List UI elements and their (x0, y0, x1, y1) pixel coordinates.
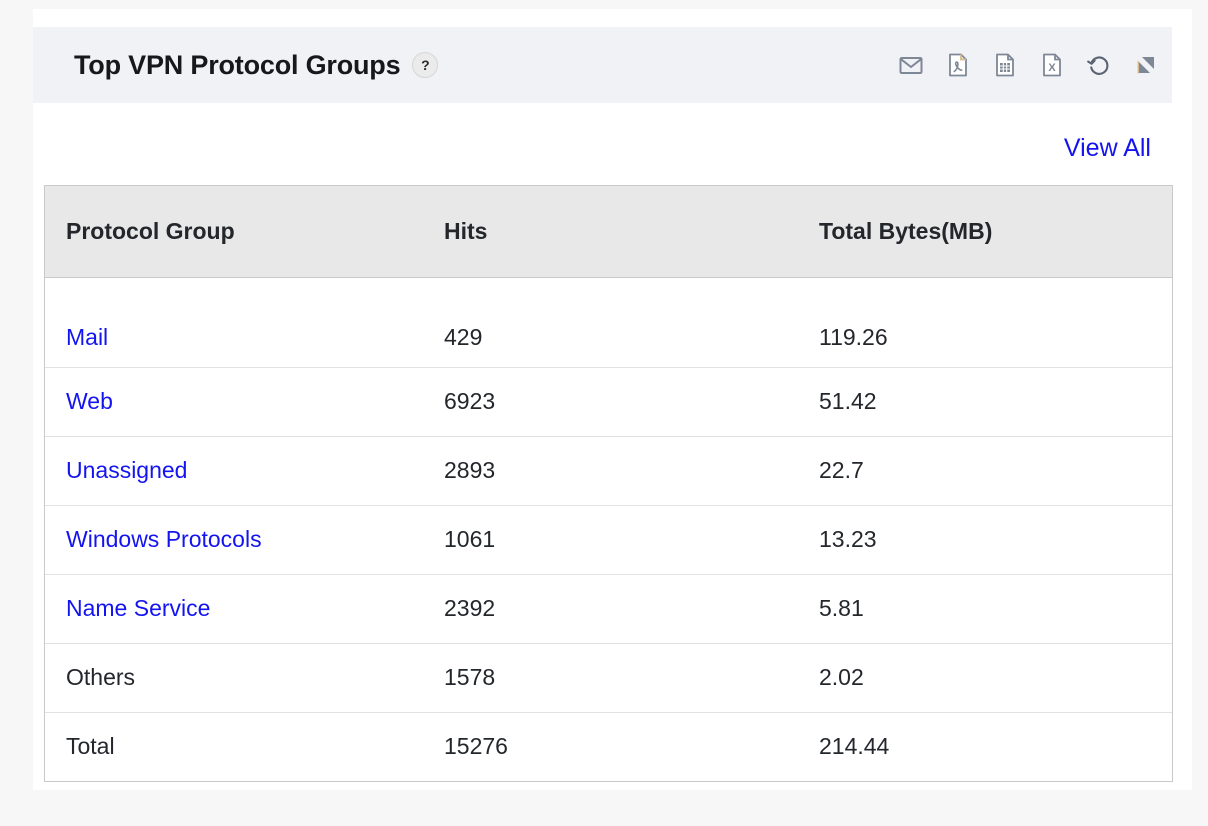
protocol-group-label: Others (66, 664, 135, 690)
cell-total-bytes: 13.23 (798, 505, 1172, 574)
cell-protocol-group: Total (45, 712, 423, 781)
view-all-link[interactable]: View All (1064, 136, 1151, 161)
svg-text:X: X (1048, 62, 1056, 74)
cell-total-bytes: 51.42 (798, 367, 1172, 436)
cell-hits: 2392 (423, 574, 798, 643)
table-row: Name Service 23925.81 (45, 574, 1172, 643)
table-row: Windows Protocols 106113.23 (45, 505, 1172, 574)
cell-hits: 6923 (423, 367, 798, 436)
page-root: Top VPN Protocol Groups ? (0, 0, 1208, 826)
table-container: Protocol Group Hits Total Bytes(MB) Mail… (44, 185, 1173, 782)
cell-protocol-group: Others (45, 643, 423, 712)
cell-protocol-group: Name Service (45, 574, 423, 643)
resize-icon[interactable] (1133, 52, 1159, 78)
cell-protocol-group: Unassigned (45, 436, 423, 505)
excel-icon[interactable]: X (1039, 52, 1065, 78)
widget-header: Top VPN Protocol Groups ? (33, 27, 1172, 103)
header-toolbar: X (898, 52, 1159, 78)
refresh-icon[interactable] (1086, 52, 1112, 78)
page-title: Top VPN Protocol Groups (74, 50, 400, 81)
cell-total-bytes: 2.02 (798, 643, 1172, 712)
column-header-protocol-group: Protocol Group (45, 186, 423, 277)
email-icon[interactable] (898, 52, 924, 78)
table-row: Unassigned 289322.7 (45, 436, 1172, 505)
cell-hits: 429 (423, 277, 798, 367)
table-row: Total 15276214.44 (45, 712, 1172, 781)
protocol-groups-table: Protocol Group Hits Total Bytes(MB) Mail… (45, 186, 1172, 781)
cell-total-bytes: 119.26 (798, 277, 1172, 367)
csv-icon[interactable] (992, 52, 1018, 78)
column-header-hits: Hits (423, 186, 798, 277)
table-row: Mail 429119.26 (45, 277, 1172, 367)
pdf-icon[interactable] (945, 52, 971, 78)
cell-protocol-group: Windows Protocols (45, 505, 423, 574)
table-row: Web 692351.42 (45, 367, 1172, 436)
cell-total-bytes: 214.44 (798, 712, 1172, 781)
cell-total-bytes: 5.81 (798, 574, 1172, 643)
view-all-row: View All (33, 136, 1172, 161)
cell-hits: 15276 (423, 712, 798, 781)
cell-protocol-group: Mail (45, 277, 423, 367)
table-row: Others 15782.02 (45, 643, 1172, 712)
cell-hits: 1061 (423, 505, 798, 574)
column-header-total-bytes: Total Bytes(MB) (798, 186, 1172, 277)
widget-card: Top VPN Protocol Groups ? (33, 9, 1192, 790)
cell-total-bytes: 22.7 (798, 436, 1172, 505)
protocol-group-link[interactable]: Windows Protocols (66, 526, 262, 552)
cell-hits: 1578 (423, 643, 798, 712)
protocol-group-label: Total (66, 733, 115, 759)
table-header-row: Protocol Group Hits Total Bytes(MB) (45, 186, 1172, 277)
table-head: Protocol Group Hits Total Bytes(MB) (45, 186, 1172, 277)
protocol-group-link[interactable]: Mail (66, 324, 108, 350)
help-icon[interactable]: ? (412, 52, 438, 78)
protocol-group-link[interactable]: Unassigned (66, 457, 187, 483)
protocol-group-link[interactable]: Web (66, 388, 113, 414)
header-title-group: Top VPN Protocol Groups ? (74, 50, 438, 81)
table-body: Mail429119.26Web692351.42Unassigned28932… (45, 277, 1172, 781)
cell-hits: 2893 (423, 436, 798, 505)
cell-protocol-group: Web (45, 367, 423, 436)
protocol-group-link[interactable]: Name Service (66, 595, 210, 621)
